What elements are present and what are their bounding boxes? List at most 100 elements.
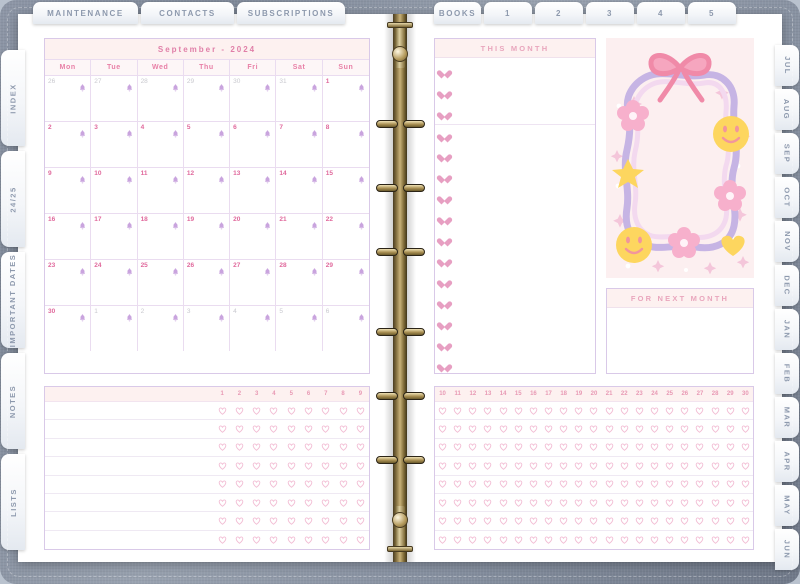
bell-icon[interactable] [264,125,271,138]
habit-left-row-label[interactable] [45,494,213,511]
habit-left-cell[interactable] [317,480,334,489]
this-month-item[interactable] [435,103,595,124]
habit-left-cell[interactable] [300,499,317,507]
this-month-item[interactable] [435,61,595,82]
habit-left-cell[interactable] [213,480,230,489]
calendar-day-cell[interactable]: 11 [137,167,184,213]
habit-left-cell[interactable] [352,480,369,489]
habit-right-row[interactable] [435,439,753,458]
habit-left-cell[interactable] [334,407,351,415]
habit-right-cell[interactable] [617,480,632,489]
bell-icon[interactable] [311,171,318,184]
habit-right-cell[interactable] [677,462,692,470]
habit-right-cell[interactable] [541,499,556,507]
bell-icon[interactable] [126,309,133,322]
calendar-day-cell[interactable]: 14 [276,167,323,213]
calendar-day-cell[interactable]: 15 [322,167,369,213]
tab-right-apr[interactable]: APR [775,441,799,482]
bell-icon[interactable] [218,217,225,230]
calendar-day-cell[interactable]: 6 [322,305,369,351]
habit-right-cell[interactable] [602,407,617,415]
bell-icon[interactable] [311,125,318,138]
habit-right-cell[interactable] [450,407,465,415]
bell-icon[interactable] [311,263,318,276]
this-month-item[interactable] [435,334,595,355]
habit-left-cell[interactable] [283,462,300,470]
habit-right-cell[interactable] [677,480,692,489]
habit-right-cell[interactable] [571,499,586,507]
bell-icon[interactable] [79,171,86,184]
calendar-day-cell[interactable]: 2 [45,121,92,167]
this-month-item[interactable] [435,124,595,145]
habit-left-row[interactable] [45,402,369,421]
habit-right-cell[interactable] [465,443,480,452]
habit-tracker-days-1-9[interactable]: 1 2 3 4 5 6 7 8 9 [44,386,370,550]
habit-left-cell[interactable] [265,407,282,415]
habit-right-cell[interactable] [526,425,541,433]
calendar-day-cell[interactable]: 3 [91,121,138,167]
habit-right-cell[interactable] [465,517,480,525]
habit-right-cell[interactable] [602,480,617,489]
habit-right-cell[interactable] [571,407,586,415]
habit-right-cell[interactable] [723,536,738,544]
habit-right-cell[interactable] [526,480,541,489]
this-month-item[interactable] [435,313,595,334]
habit-right-cell[interactable] [632,499,647,507]
habit-right-cell[interactable] [465,499,480,507]
habit-right-cell[interactable] [541,462,556,470]
habit-right-cell[interactable] [708,462,723,470]
habit-right-cell[interactable] [677,425,692,433]
bell-icon[interactable] [358,125,365,138]
calendar-day-cell[interactable]: 25 [137,259,184,305]
calendar-day-cell[interactable]: 10 [91,167,138,213]
habit-left-cell[interactable] [283,443,300,452]
habit-right-cell[interactable] [632,462,647,470]
habit-right-cell[interactable] [662,443,677,452]
bell-icon[interactable] [172,263,179,276]
habit-right-cell[interactable] [556,499,571,507]
bell-icon[interactable] [358,263,365,276]
this-month-item[interactable] [435,229,595,250]
tab-right-mar[interactable]: MAR [775,397,799,438]
binder-clasp-icon[interactable] [387,22,413,68]
calendar-day-cell[interactable]: 6 [230,121,277,167]
habit-right-cell[interactable] [496,517,511,525]
habit-right-cell[interactable] [662,499,677,507]
tab-top-2[interactable]: 2 [535,2,583,24]
habit-right-row[interactable] [435,457,753,476]
calendar-day-cell[interactable]: 19 [183,213,231,259]
tab-left-lists[interactable]: LISTS [1,454,25,550]
habit-right-cell[interactable] [602,462,617,470]
tab-top-5[interactable]: 5 [688,2,736,24]
habit-left-cell[interactable] [265,480,282,489]
calendar-day-cell[interactable]: 13 [230,167,277,213]
habit-right-cell[interactable] [602,517,617,525]
habit-right-cell[interactable] [738,517,753,525]
habit-left-cell[interactable] [231,462,248,470]
calendar-day-cell[interactable]: 24 [91,259,138,305]
habit-right-cell[interactable] [662,536,677,544]
habit-right-cell[interactable] [450,536,465,544]
habit-left-cell[interactable] [231,480,248,489]
tab-top-maintenance[interactable]: MAINTENANCE [33,2,138,24]
habit-right-cell[interactable] [708,517,723,525]
calendar-day-cell[interactable]: 28 [276,259,323,305]
tab-top-books[interactable]: BOOKS [434,2,481,24]
habit-right-cell[interactable] [692,517,707,525]
habit-right-cell[interactable] [647,443,662,452]
habit-left-row-label[interactable] [45,512,213,529]
clasp-knob[interactable] [392,46,408,62]
bell-icon[interactable] [126,79,133,92]
habit-left-cell[interactable] [283,425,300,433]
calendar-day-cell[interactable]: 27 [230,259,277,305]
habit-left-cell[interactable] [352,462,369,470]
habit-right-cell[interactable] [647,462,662,470]
calendar-day-cell[interactable]: 9 [45,167,92,213]
habit-right-cell[interactable] [480,407,495,415]
bell-icon[interactable] [218,79,225,92]
calendar-day-cell[interactable]: 3 [183,305,231,351]
habit-right-cell[interactable] [662,407,677,415]
habit-right-cell[interactable] [647,517,662,525]
tab-right-aug[interactable]: AUG [775,89,799,130]
calendar-day-cell[interactable]: 5 [276,305,323,351]
